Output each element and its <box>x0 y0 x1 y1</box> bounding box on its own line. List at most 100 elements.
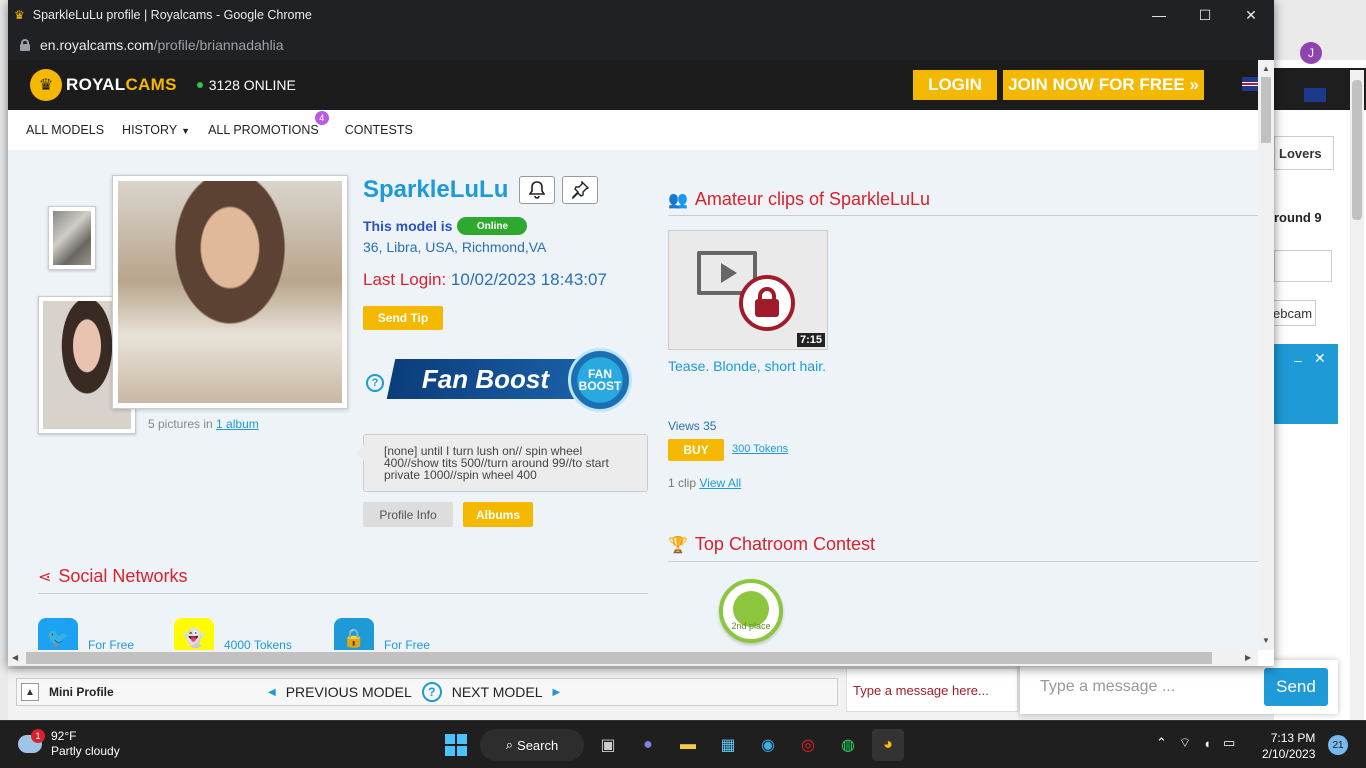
chevron-up-icon[interactable]: ⌃ <box>1156 735 1167 751</box>
notify-button[interactable] <box>519 176 555 204</box>
last-login: Last Login: 10/02/2023 18:43:07 <box>363 270 607 290</box>
spotify-icon[interactable]: ◍ <box>832 729 864 761</box>
thumbnail-photo <box>53 211 91 265</box>
social-item-private[interactable]: 🔒 For Free <box>334 618 430 650</box>
notifications-badge[interactable]: 21 <box>1328 735 1348 755</box>
task-view-icon[interactable]: ▣ <box>592 729 624 761</box>
flag-uk-icon[interactable] <box>1304 88 1326 102</box>
caret-down-icon: ▼ <box>181 126 191 136</box>
online-count-text: 3128 ONLINE <box>208 77 296 93</box>
gallery-thumbnail[interactable] <box>48 206 96 270</box>
clock[interactable]: 7:13 PM 2/10/2023 <box>1262 730 1315 762</box>
background-input[interactable] <box>1274 250 1332 282</box>
nav-all-models[interactable]: ALL MODELS <box>26 123 104 137</box>
clip-card[interactable]: 7:15 <box>668 230 828 350</box>
clip-price-link[interactable]: 300 Tokens <box>732 443 788 455</box>
video-chat-icon[interactable]: ● <box>632 729 664 761</box>
royalcams-logo[interactable]: ♛ ROYALCAMS <box>30 69 177 101</box>
fanboost-label: Fan Boost <box>422 363 550 394</box>
battery-icon[interactable]: ▭ <box>1223 735 1235 751</box>
avatar[interactable]: J <box>1300 42 1322 64</box>
weather-badge: 1 <box>31 729 45 743</box>
nav-history[interactable]: HISTORY ▼ <box>122 123 190 137</box>
system-tray: ⌃ ⌔ ◖ ▭ <box>1156 735 1235 751</box>
trophy-icon: 🏆 <box>668 536 688 554</box>
view-all-link[interactable]: View All <box>699 476 741 490</box>
weather-temp: 92°F <box>51 729 77 743</box>
windows-start-icon[interactable] <box>440 729 472 761</box>
previous-arrow-icon[interactable]: ◀ <box>268 687 276 698</box>
edge-icon[interactable]: ◉ <box>752 729 784 761</box>
wifi-icon[interactable]: ⌔ <box>1179 735 1191 751</box>
popup-vertical-scrollbar[interactable] <box>1258 60 1274 650</box>
nav-all-promotions[interactable]: ALL PROMOTIONS 4 <box>208 111 329 137</box>
chevron-up-icon[interactable]: ▲ <box>21 683 39 701</box>
maximize-window-icon[interactable]: ☐ <box>1182 0 1228 30</box>
clip-duration: 7:15 <box>796 333 825 347</box>
lovers-tab[interactable]: Lovers <box>1274 136 1334 170</box>
popup-vertical-scroll-thumb[interactable] <box>1261 77 1271 143</box>
scroll-down-arrow-icon[interactable]: ▼ <box>1262 636 1270 645</box>
buy-button[interactable]: BUY <box>668 439 724 461</box>
nav-history-label: HISTORY <box>122 123 178 137</box>
fanboost-badge-icon[interactable]: FAN BOOST <box>568 348 632 412</box>
share-icon: ⋖ <box>38 568 52 586</box>
close-icon[interactable]: ✕ <box>1314 350 1326 367</box>
profile-info-tab[interactable]: Profile Info <box>363 502 453 527</box>
popup-horizontal-scroll-thumb[interactable] <box>26 652 1212 664</box>
next-model-link[interactable]: NEXT MODEL <box>452 684 543 700</box>
scroll-left-arrow-icon[interactable]: ◀ <box>12 653 18 662</box>
page-scrollbar-thumb[interactable] <box>1352 80 1362 220</box>
minimize-window-icon[interactable]: — <box>1136 0 1182 30</box>
album-link[interactable]: 1 album <box>216 417 259 431</box>
weather-widget[interactable]: 1 92°F Partly cloudy <box>18 729 120 759</box>
last-login-label: Last Login: <box>363 270 447 289</box>
address-bar[interactable]: en.royalcams.com/profile/briannadahlia <box>8 30 1274 60</box>
webcam-button[interactable]: ebcam <box>1268 300 1316 326</box>
fanboost-badge-line2: BOOST <box>578 379 622 393</box>
nav-contests[interactable]: CONTESTS <box>345 123 413 137</box>
social-link[interactable]: For Free <box>88 638 134 650</box>
message-input[interactable]: Type a message here... <box>846 668 1018 712</box>
opera-icon[interactable]: ◎ <box>792 729 824 761</box>
browser-popup-window: ♛ SparkleLuLu profile | Royalcams - Goog… <box>8 0 1274 666</box>
question-icon[interactable]: ? <box>366 374 384 392</box>
pin-icon <box>572 181 589 199</box>
social-link[interactable]: 4000 Tokens <box>224 638 292 650</box>
scroll-up-arrow-icon[interactable]: ▲ <box>1262 64 1270 73</box>
main-profile-photo[interactable] <box>112 175 348 409</box>
help-icon[interactable]: ? <box>421 682 442 702</box>
chrome-icon[interactable]: ◕ <box>872 729 904 761</box>
join-button[interactable]: JOIN NOW FOR FREE » <box>1003 70 1204 100</box>
lock-icon[interactable] <box>20 39 30 51</box>
taskbar-apps: ⌕ Search ▣ ● ▬ ▦ ◉ ◎ ◍ ◕ <box>440 729 904 761</box>
taskbar-search[interactable]: ⌕ Search <box>480 729 584 761</box>
chat-input[interactable]: Type a message ... <box>1040 678 1175 696</box>
volume-icon[interactable]: ◖ <box>1203 736 1211 751</box>
albums-tab[interactable]: Albums <box>463 502 533 527</box>
clock-time: 7:13 PM <box>1270 731 1316 745</box>
clips-title: 👥 Amateur clips of SparkleLuLu <box>668 189 930 210</box>
clip-title[interactable]: Tease. Blonde, short hair. <box>668 357 828 375</box>
store-icon[interactable]: ▦ <box>712 729 744 761</box>
contest-badge[interactable]: 2nd place <box>719 579 783 643</box>
login-button[interactable]: LOGIN <box>913 70 997 100</box>
send-tip-button[interactable]: Send Tip <box>363 306 443 330</box>
previous-model-link[interactable]: PREVIOUS MODEL <box>286 684 412 700</box>
flag-uk-icon[interactable] <box>1242 77 1258 91</box>
social-item-twitter[interactable]: 🐦 For Free <box>38 618 134 650</box>
nav-promotions-label: ALL PROMOTIONS <box>208 123 319 137</box>
minimize-icon[interactable]: – <box>1294 352 1302 368</box>
file-explorer-icon[interactable]: ▬ <box>672 729 704 761</box>
social-link[interactable]: For Free <box>384 638 430 650</box>
pin-button[interactable] <box>562 176 598 204</box>
fanboost-banner[interactable]: Fan Boost <box>386 359 586 399</box>
close-window-icon[interactable]: ✕ <box>1228 0 1274 30</box>
pictures-count: 5 pictures in 1 album <box>148 417 259 431</box>
twitter-icon: 🐦 <box>38 618 78 650</box>
send-button[interactable]: Send <box>1264 668 1328 706</box>
scroll-right-arrow-icon[interactable]: ▶ <box>1245 653 1251 662</box>
next-arrow-icon[interactable]: ▶ <box>553 687 561 698</box>
window-titlebar: ♛ SparkleLuLu profile | Royalcams - Goog… <box>8 0 1274 30</box>
social-item-snapchat[interactable]: 👻 4000 Tokens <box>174 618 292 650</box>
